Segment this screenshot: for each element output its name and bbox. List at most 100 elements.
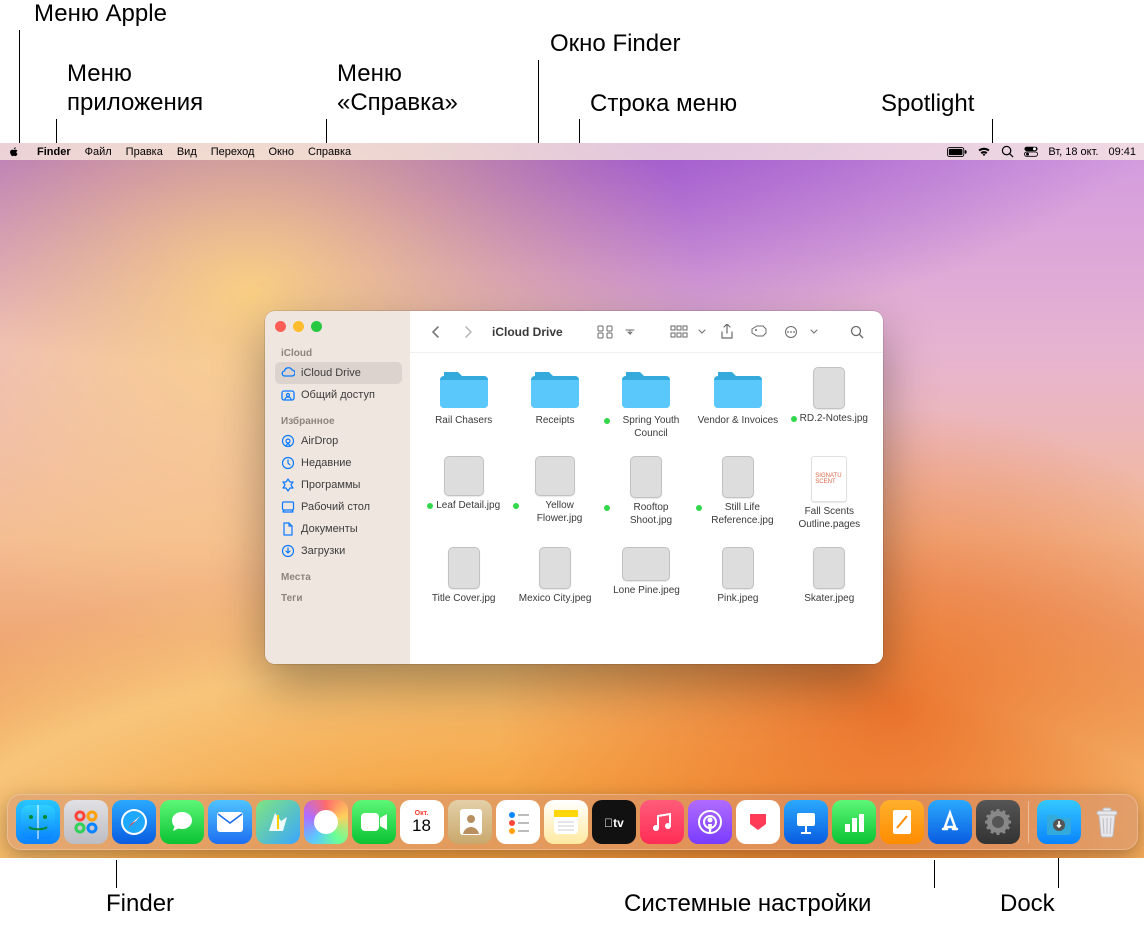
menu-help[interactable]: Справка [301, 143, 358, 160]
file-label: Mexico City.jpeg [519, 593, 592, 606]
dock-maps[interactable] [256, 800, 300, 844]
image-thumbnail [448, 547, 480, 589]
dock-facetime[interactable] [352, 800, 396, 844]
sidebar-item-label: Загрузки [301, 545, 345, 557]
dock-finder[interactable] [16, 800, 60, 844]
control-center-icon[interactable] [1024, 146, 1038, 157]
file-item[interactable]: Yellow Flower.jpg [511, 456, 598, 531]
battery-icon[interactable] [947, 147, 967, 157]
image-thumbnail [813, 367, 845, 409]
search-button[interactable] [843, 320, 871, 344]
callout-apple-menu: Меню Apple [34, 0, 167, 29]
finder-toolbar: iCloud Drive [410, 311, 883, 353]
dock-podcasts[interactable] [688, 800, 732, 844]
dock-appstore[interactable] [928, 800, 972, 844]
dock-pages[interactable] [880, 800, 924, 844]
file-label: Spring Youth Council [604, 415, 688, 440]
image-thumbnail [813, 547, 845, 589]
callout-help-menu: Меню «Справка» [337, 60, 458, 118]
tags-button[interactable] [745, 320, 773, 344]
dock-news[interactable] [736, 800, 780, 844]
file-item[interactable]: Spring Youth Council [603, 367, 690, 440]
sidebar-item-airdrop[interactable]: AirDrop [275, 430, 402, 452]
sidebar-item-desktop[interactable]: Рабочий стол [275, 496, 402, 518]
dock-trash[interactable] [1085, 800, 1129, 844]
window-title: iCloud Drive [492, 325, 563, 339]
menu-view[interactable]: Вид [170, 143, 204, 160]
file-item[interactable]: Still Life Reference.jpg [694, 456, 781, 531]
file-item[interactable]: Vendor & Invoices [694, 367, 781, 440]
spotlight-icon[interactable] [1001, 145, 1014, 158]
dock-numbers[interactable] [832, 800, 876, 844]
doc-icon [281, 522, 295, 536]
chevron-down-icon[interactable] [807, 320, 821, 344]
sidebar-item-cloud[interactable]: iCloud Drive [275, 362, 402, 384]
file-item[interactable]: Lone Pine.jpeg [603, 547, 690, 606]
zoom-button[interactable] [311, 321, 322, 332]
callout-menu-bar: Строка меню [590, 90, 737, 119]
dock-music[interactable] [640, 800, 684, 844]
dock-safari[interactable] [112, 800, 156, 844]
date-label[interactable]: Вт, 18 окт. [1048, 146, 1098, 158]
dock-launchpad[interactable] [64, 800, 108, 844]
sidebar-item-shared[interactable]: Общий доступ [275, 384, 402, 406]
finder-sidebar: iCloudiCloud DriveОбщий доступИзбранноеA… [265, 311, 410, 664]
menu-edit[interactable]: Правка [119, 143, 170, 160]
file-item[interactable]: Pink.jpeg [694, 547, 781, 606]
dock-separator [1028, 801, 1029, 843]
file-item[interactable]: SIGNATU SCENTFall Scents Outline.pages [786, 456, 873, 531]
file-item[interactable]: RD.2-Notes.jpg [786, 367, 873, 440]
file-label: Rooftop Shoot.jpg [604, 502, 688, 527]
share-button[interactable] [713, 320, 741, 344]
file-item[interactable]: Rail Chasers [420, 367, 507, 440]
file-label: RD.2-Notes.jpg [791, 413, 868, 426]
file-item[interactable]: Leaf Detail.jpg [420, 456, 507, 531]
sidebar-item-apps[interactable]: Программы [275, 474, 402, 496]
dock-photos[interactable] [304, 800, 348, 844]
file-item[interactable]: Title Cover.jpg [420, 547, 507, 606]
file-item[interactable]: Skater.jpeg [786, 547, 873, 606]
sidebar-item-label: AirDrop [301, 435, 338, 447]
dock-messages[interactable] [160, 800, 204, 844]
close-button[interactable] [275, 321, 286, 332]
file-label: Leaf Detail.jpg [427, 500, 500, 513]
dock-calendar[interactable]: Окт.18 [400, 800, 444, 844]
folder-icon [528, 367, 582, 411]
finder-window[interactable]: iCloudiCloud DriveОбщий доступИзбранноеA… [265, 311, 883, 664]
sidebar-item-downloads[interactable]: Загрузки [275, 540, 402, 562]
chevron-down-icon[interactable] [695, 320, 709, 344]
dock-area: Окт.18 tv [0, 794, 1144, 850]
file-item[interactable]: Receipts [511, 367, 598, 440]
menu-file[interactable]: Файл [78, 143, 119, 160]
actions-button[interactable] [777, 320, 805, 344]
sidebar-item-label: Рабочий стол [301, 501, 370, 513]
dock-contacts[interactable] [448, 800, 492, 844]
app-menu[interactable]: Finder [30, 143, 78, 160]
dock-tv[interactable]: tv [592, 800, 636, 844]
file-label: Lone Pine.jpeg [613, 585, 680, 598]
sidebar-item-clock[interactable]: Недавние [275, 452, 402, 474]
minimize-button[interactable] [293, 321, 304, 332]
apple-menu-icon[interactable] [8, 146, 20, 158]
back-button[interactable] [422, 320, 450, 344]
dock-keynote[interactable] [784, 800, 828, 844]
group-button[interactable] [665, 320, 693, 344]
dock-mail[interactable] [208, 800, 252, 844]
image-thumbnail [539, 547, 571, 589]
dock-downloads[interactable] [1037, 800, 1081, 844]
dock-notes[interactable] [544, 800, 588, 844]
file-item[interactable]: Rooftop Shoot.jpg [603, 456, 690, 531]
forward-button[interactable] [454, 320, 482, 344]
sidebar-item-doc[interactable]: Документы [275, 518, 402, 540]
file-label: Skater.jpeg [804, 593, 854, 606]
menu-go[interactable]: Переход [204, 143, 262, 160]
file-item[interactable]: Mexico City.jpeg [511, 547, 598, 606]
image-thumbnail [722, 456, 754, 498]
menu-window[interactable]: Окно [261, 143, 301, 160]
time-label[interactable]: 09:41 [1108, 146, 1136, 158]
dock-settings[interactable] [976, 800, 1020, 844]
view-options-button[interactable] [621, 320, 639, 344]
wifi-icon[interactable] [977, 146, 991, 157]
dock-reminders[interactable] [496, 800, 540, 844]
view-icons-button[interactable] [591, 320, 619, 344]
